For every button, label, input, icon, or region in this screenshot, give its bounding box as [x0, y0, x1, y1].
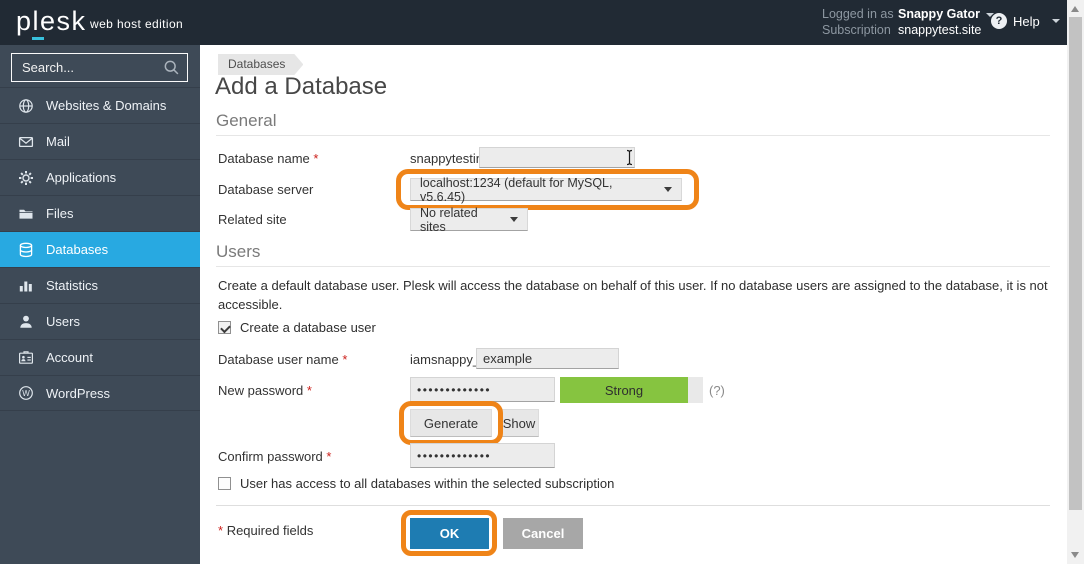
- folder-icon: [17, 206, 34, 222]
- create-database-user-label: Create a database user: [240, 320, 376, 335]
- confirm-password-input[interactable]: [410, 443, 555, 468]
- user-menu[interactable]: Snappy Gator: [898, 6, 994, 22]
- database-server-select[interactable]: localhost:1234 (default for MySQL, v5.6.…: [410, 175, 682, 204]
- cancel-button[interactable]: Cancel: [503, 518, 583, 549]
- sidebar-item-label: Applications: [46, 170, 117, 185]
- plesk-add-database-page: plesk web host edition Logged in as Snap…: [0, 0, 1084, 564]
- confirm-password-label: Confirm password *: [218, 449, 332, 464]
- sidebar-item-label: Mail: [46, 134, 70, 149]
- database-icon: [17, 242, 34, 258]
- database-name-label: Database name *: [218, 151, 319, 166]
- sidebar-item-label: Files: [46, 206, 74, 221]
- account-info: Logged in as Snappy Gator Subscription s…: [822, 6, 994, 38]
- edition-label: web host edition: [90, 17, 184, 31]
- breadcrumb[interactable]: Databases: [218, 54, 303, 75]
- logged-in-as-label: Logged in as: [822, 7, 894, 21]
- scrollbar-thumb[interactable]: [1069, 17, 1082, 510]
- search-icon[interactable]: [163, 59, 180, 76]
- page-title: Add a Database: [215, 73, 388, 100]
- scroll-up-arrow-icon[interactable]: [1071, 6, 1079, 12]
- sidebar-nav: Websites & Domains Mail Applications Fil…: [0, 87, 200, 411]
- section-divider: [216, 135, 1050, 136]
- sidebar-item-websites-domains[interactable]: Websites & Domains: [0, 87, 200, 123]
- sidebar-item-databases[interactable]: Databases: [0, 231, 200, 267]
- sidebar-item-files[interactable]: Files: [0, 195, 200, 231]
- database-user-name-label: Database user name *: [218, 352, 348, 367]
- scroll-down-arrow-icon[interactable]: [1071, 552, 1079, 558]
- ok-button[interactable]: OK: [410, 518, 489, 549]
- generate-button[interactable]: Generate: [410, 409, 492, 437]
- access-all-databases-checkbox[interactable]: [218, 477, 231, 490]
- search-input[interactable]: [12, 60, 163, 75]
- database-server-selected-value: localhost:1234 (default for MySQL, v5.6.…: [420, 175, 613, 204]
- chevron-down-icon: [1051, 19, 1060, 23]
- required-fields-note: * Required fields: [218, 523, 314, 538]
- password-strength-value: Strong: [560, 377, 688, 403]
- sidebar-item-label: Users: [46, 314, 80, 329]
- vertical-scrollbar[interactable]: [1067, 0, 1084, 564]
- related-site-label: Related site: [218, 212, 287, 227]
- sidebar-item-statistics[interactable]: Statistics: [0, 267, 200, 303]
- select-arrow-icon: [664, 187, 672, 192]
- sidebar-item-label: Websites & Domains: [46, 98, 167, 113]
- access-all-databases-row: User has access to all databases within …: [218, 476, 614, 491]
- text-cursor-icon: [625, 149, 636, 171]
- user-icon: [17, 314, 34, 330]
- database-server-label: Database server: [218, 182, 314, 197]
- sidebar-item-label: Databases: [46, 242, 109, 257]
- mail-icon: [17, 134, 34, 150]
- sidebar-item-mail[interactable]: Mail: [0, 123, 200, 159]
- id-card-icon: [17, 350, 34, 366]
- top-bar: plesk web host edition Logged in as Snap…: [0, 0, 1067, 45]
- section-divider: [216, 266, 1050, 267]
- gear-icon: [17, 170, 34, 186]
- show-button[interactable]: Show: [499, 409, 539, 437]
- svg-text:W: W: [22, 389, 30, 398]
- database-user-name-input[interactable]: [476, 348, 619, 369]
- related-site-select[interactable]: No related sites: [410, 205, 528, 234]
- search-box: [11, 53, 188, 82]
- bar-chart-icon: [17, 278, 34, 294]
- create-database-user-row: Create a database user: [218, 320, 376, 335]
- wordpress-icon: W: [17, 385, 34, 401]
- sidebar-item-users[interactable]: Users: [0, 303, 200, 339]
- new-password-input[interactable]: [410, 377, 555, 402]
- section-heading-users: Users: [216, 242, 261, 261]
- sidebar-item-label: WordPress: [46, 385, 111, 401]
- database-name-input[interactable]: [479, 147, 635, 168]
- sidebar-item-wordpress[interactable]: W WordPress: [0, 375, 200, 411]
- select-arrow-icon: [510, 217, 518, 222]
- footer-divider: [216, 505, 1050, 506]
- database-user-name-prefix: iamsnappy_: [410, 352, 481, 367]
- globe-icon: [17, 98, 34, 114]
- users-description: Create a default database user. Plesk wi…: [218, 278, 1048, 312]
- password-strength-meter: Strong: [560, 377, 703, 403]
- subscription-label: Subscription: [822, 23, 891, 37]
- new-password-label: New password *: [218, 383, 312, 398]
- plesk-logo-accent: [32, 37, 44, 40]
- help-menu[interactable]: ? Help: [991, 13, 1060, 29]
- subscription-value: snappytest.site: [898, 23, 982, 37]
- password-hint-link[interactable]: (?): [709, 383, 725, 398]
- sidebar-item-label: Account: [46, 350, 93, 365]
- plesk-logo: plesk: [16, 6, 87, 36]
- create-database-user-checkbox[interactable]: [218, 321, 231, 334]
- related-site-selected-value: No related sites: [420, 205, 478, 234]
- help-icon: ?: [991, 13, 1007, 29]
- sidebar-item-account[interactable]: Account: [0, 339, 200, 375]
- sidebar-item-applications[interactable]: Applications: [0, 159, 200, 195]
- access-all-databases-label: User has access to all databases within …: [240, 476, 615, 491]
- sidebar-item-label: Statistics: [46, 278, 99, 293]
- help-label: Help: [1013, 13, 1040, 29]
- section-heading-general: General: [216, 111, 277, 130]
- sidebar: Websites & Domains Mail Applications Fil…: [0, 45, 200, 564]
